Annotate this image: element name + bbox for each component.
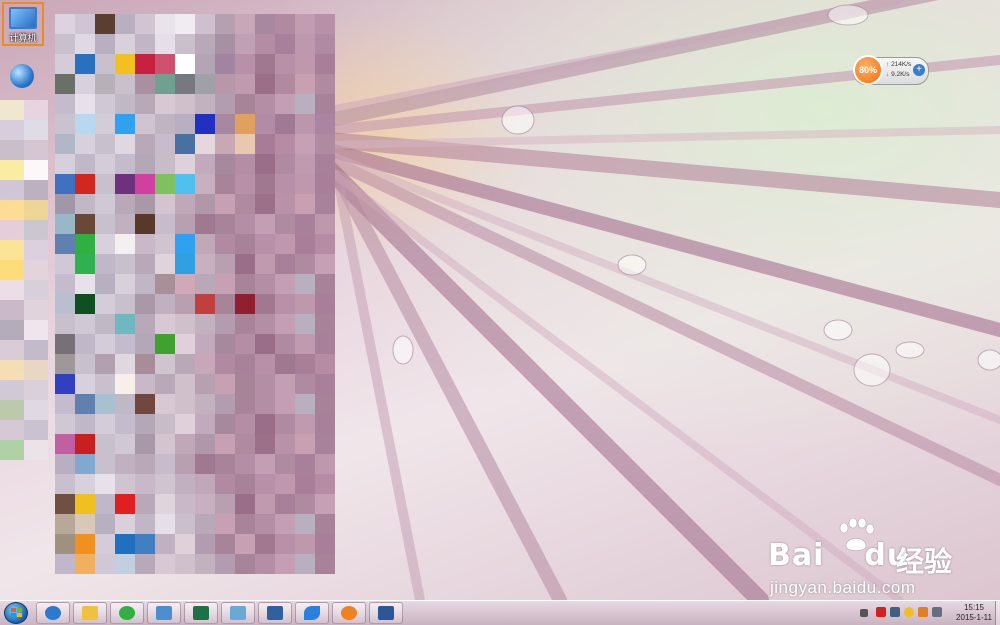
usage-percent-badge: 80% [853, 55, 883, 85]
excel-icon [193, 606, 209, 620]
jingyan-chinese-text: 经验 [896, 545, 953, 578]
taskbar: 15:15 2015-1-11 [0, 600, 1000, 625]
disk-tool-icon [267, 606, 283, 620]
tray-volume-icon[interactable] [932, 607, 942, 617]
network-speed-widget[interactable]: 80% ↑ 214K/s ↓ 9.2K/s + [853, 55, 929, 85]
taskbar-word[interactable] [369, 602, 403, 624]
taskbar-disk-tool[interactable] [258, 602, 292, 624]
show-desktop-button[interactable] [995, 601, 1000, 625]
speed-readout: ↑ 214K/s ↓ 9.2K/s [886, 60, 911, 80]
tray-network-icon[interactable] [890, 607, 900, 617]
taskbar-fruit-app[interactable] [332, 602, 366, 624]
window-app-icon [230, 606, 246, 620]
network-desktop-icon[interactable] [2, 62, 42, 90]
tray-security-icon[interactable] [876, 607, 886, 617]
taskbar-computer-window[interactable] [147, 602, 181, 624]
tray-app-icon[interactable] [918, 607, 928, 617]
download-arrow-icon: ↓ [886, 71, 890, 78]
globe-icon [10, 64, 34, 88]
messenger-bird-icon [304, 606, 320, 620]
windows-logo-icon [11, 608, 22, 618]
taskbar-ie-browser[interactable] [36, 602, 70, 624]
computer-desktop-icon[interactable]: 计算机 [2, 2, 44, 46]
upload-speed: 214K/s [891, 61, 912, 68]
baidu-jingyan-watermark: Bai du 经验 jingyan.baidu.com [768, 518, 982, 598]
taskbar-file-explorer[interactable] [73, 602, 107, 624]
baidu-logo-text: Bai du [768, 538, 909, 573]
computer-icon-label: 计算机 [9, 33, 37, 43]
download-speed: 9.2K/s [891, 71, 910, 78]
taskbar-sync-app[interactable] [110, 602, 144, 624]
blurred-desktop-icons-mosaic [55, 14, 335, 580]
brand-part-1: Bai [768, 538, 825, 573]
taskbar-messenger[interactable] [295, 602, 329, 624]
expand-plus-icon[interactable]: + [913, 64, 925, 76]
blurred-desktop-icons-column [0, 100, 48, 570]
clock-time: 15:15 [963, 603, 985, 612]
tray-qq-icon[interactable] [904, 607, 914, 617]
tray-expand-icon[interactable] [860, 609, 868, 617]
taskbar-window-app[interactable] [221, 602, 255, 624]
clock-date: 2015-1-11 [956, 613, 992, 622]
folder-icon [82, 606, 98, 620]
fruit-icon [341, 606, 357, 620]
taskbar-excel[interactable] [184, 602, 218, 624]
tray-clock[interactable]: 15:15 2015-1-11 [952, 603, 996, 623]
sync-icon [119, 606, 135, 620]
computer-icon [9, 7, 37, 29]
upload-arrow-icon: ↑ [886, 61, 890, 68]
word-icon [378, 606, 394, 620]
computer-window-icon [156, 606, 172, 620]
start-button[interactable] [4, 602, 28, 624]
watermark-url: jingyan.baidu.com [770, 578, 916, 597]
ie-browser-icon [45, 606, 61, 620]
